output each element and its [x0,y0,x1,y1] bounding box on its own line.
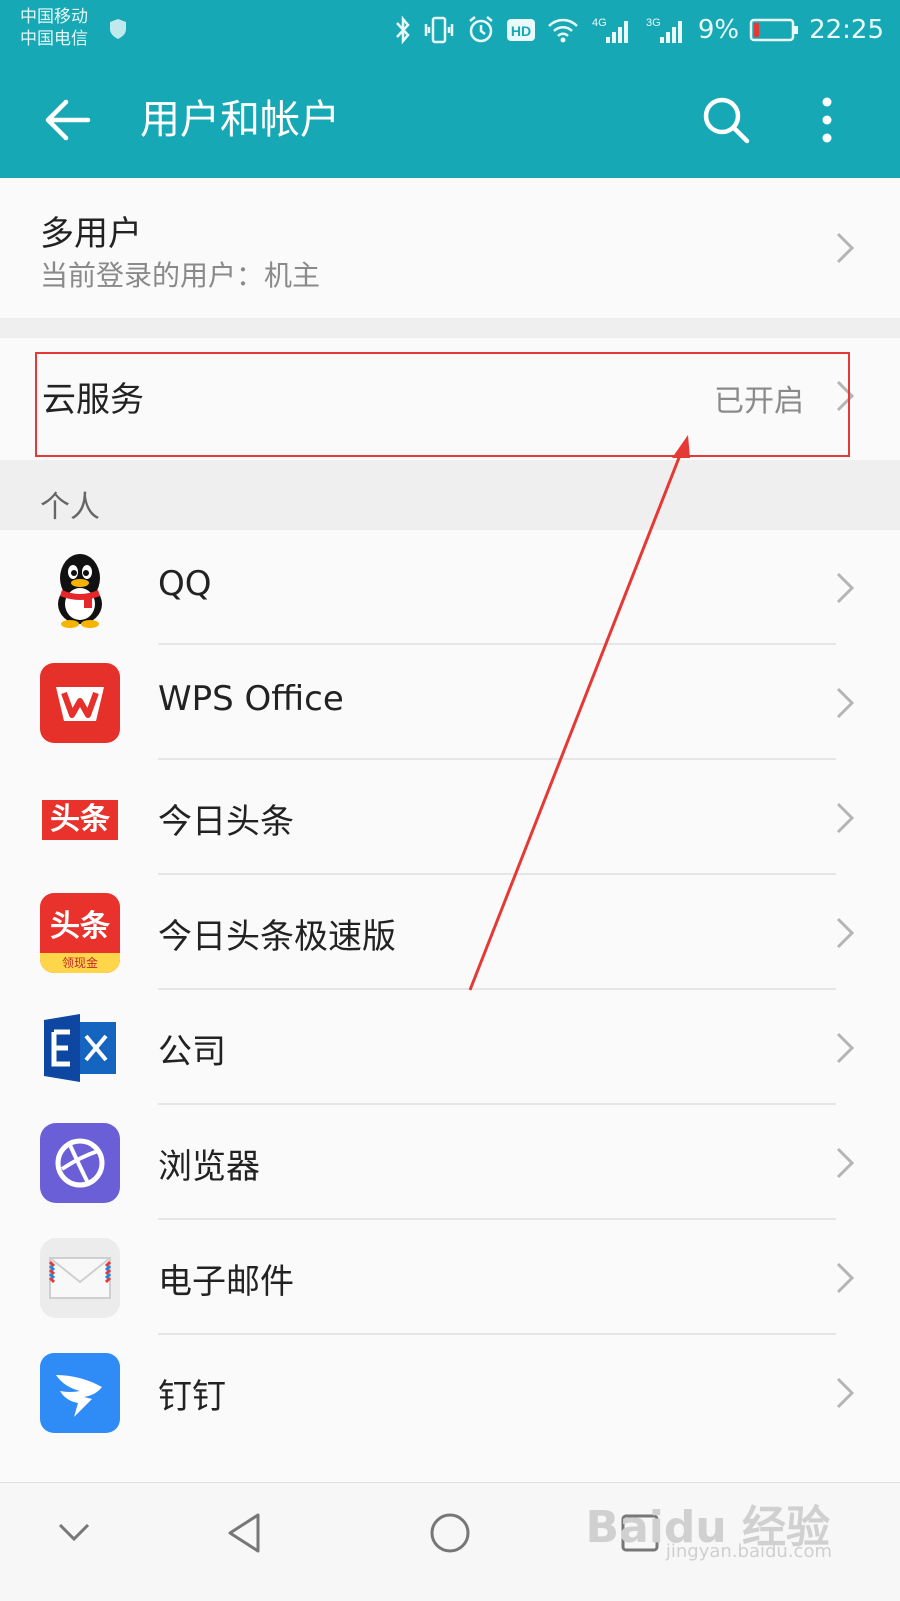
app-header: 中国移动 中国电信 HD 4G 3G 9% 22:25 用户和帐户 [0,0,900,178]
account-item-wps-office[interactable]: WPS Office [0,645,900,760]
signal-icon: 4G [592,17,628,43]
battery-percent: 9% [697,15,740,45]
account-item-browser[interactable]: 浏览器 [0,1105,900,1220]
annotation-highlight-box [35,352,850,457]
account-item-email[interactable]: 电子邮件 [0,1220,900,1335]
section-title-personal: 个人 [40,490,100,525]
svg-text:4G: 4G [592,17,607,29]
account-label-dingtalk: 钉钉 [158,1377,226,1417]
status-bar: 中国移动 中国电信 HD 4G 3G 9% 22:25 [0,0,900,60]
account-item-qq[interactable]: QQ [0,530,900,645]
account-label-browser: 浏览器 [158,1147,260,1187]
chevron-right-icon [836,1147,855,1179]
page-title: 用户和帐户 [140,97,340,143]
account-label-toutiao: 今日头条 [158,802,294,842]
account-item-toutiao[interactable]: 头条 今日头条 [0,760,900,875]
email-icon [40,1238,120,1318]
multi-user-title: 多用户 [40,214,142,254]
toutiao-logo-text: 头条 [42,800,118,840]
back-triangle-icon[interactable] [218,1503,278,1563]
chevron-right-icon [836,802,855,834]
svg-text:HD: HD [511,23,531,39]
toutiao-lite-logo-text: 头条 [50,909,110,944]
status-icons: HD 4G 3G 9% 22:25 [394,8,884,52]
svg-text:3G: 3G [646,17,661,29]
carrier-1: 中国移动 [20,7,88,27]
home-circle-icon[interactable] [420,1503,480,1563]
toutiao-icon: 头条 [40,778,120,858]
battery-icon [749,18,799,42]
account-label-email: 电子邮件 [158,1262,294,1302]
vibrate-icon [424,16,454,44]
watermark-url: jingyan.baidu.com [665,1541,832,1562]
toolbar: 用户和帐户 [0,70,900,170]
signal-icon-2: 3G [646,17,682,43]
browser-icon [40,1123,120,1203]
carrier-info: 中国移动 中国电信 [20,6,88,50]
exchange-icon [40,1008,120,1088]
toutiao-lite-badge: 领现金 [40,953,120,973]
clock: 22:25 [809,15,884,45]
chevron-right-icon [836,1032,855,1064]
account-label-exchange: 公司 [158,1032,226,1072]
dingtalk-icon [40,1353,120,1433]
account-label-toutiao-lite: 今日头条极速版 [158,917,396,957]
chevron-right-icon [836,1377,855,1409]
chevron-right-icon [836,572,855,604]
chevron-right-icon [836,1262,855,1294]
wps-office-icon [40,663,120,743]
back-arrow-icon[interactable] [40,92,96,148]
account-label-qq: QQ [158,564,212,604]
chevron-right-icon [836,232,855,264]
account-item-toutiao-lite[interactable]: 头条 领现金 今日头条极速版 [0,875,900,990]
account-label-wps-office: WPS Office [158,679,344,719]
bluetooth-icon [395,15,410,45]
section-divider [0,318,900,338]
chevron-down-icon[interactable] [44,1503,104,1563]
wifi-icon [547,18,578,43]
toutiao-lite-icon: 头条 领现金 [40,893,120,973]
carrier-2: 中国电信 [20,29,88,49]
multi-user-item[interactable]: 多用户 当前登录的用户：机主 [0,178,900,318]
account-item-exchange[interactable]: 公司 [0,990,900,1105]
search-icon[interactable] [700,94,752,146]
shield-icon [110,19,126,39]
hd-icon: HD [506,19,535,41]
multi-user-subtitle: 当前登录的用户：机主 [40,259,321,292]
chevron-right-icon [836,687,855,719]
chevron-right-icon [836,917,855,949]
qq-icon [40,548,120,628]
more-vert-icon[interactable] [812,94,842,146]
alarm-icon [469,16,493,43]
system-nav-bar: Baidu 经验 jingyan.baidu.com [0,1482,900,1601]
section-header-bg [0,460,900,530]
account-item-dingtalk[interactable]: 钉钉 [0,1335,900,1450]
